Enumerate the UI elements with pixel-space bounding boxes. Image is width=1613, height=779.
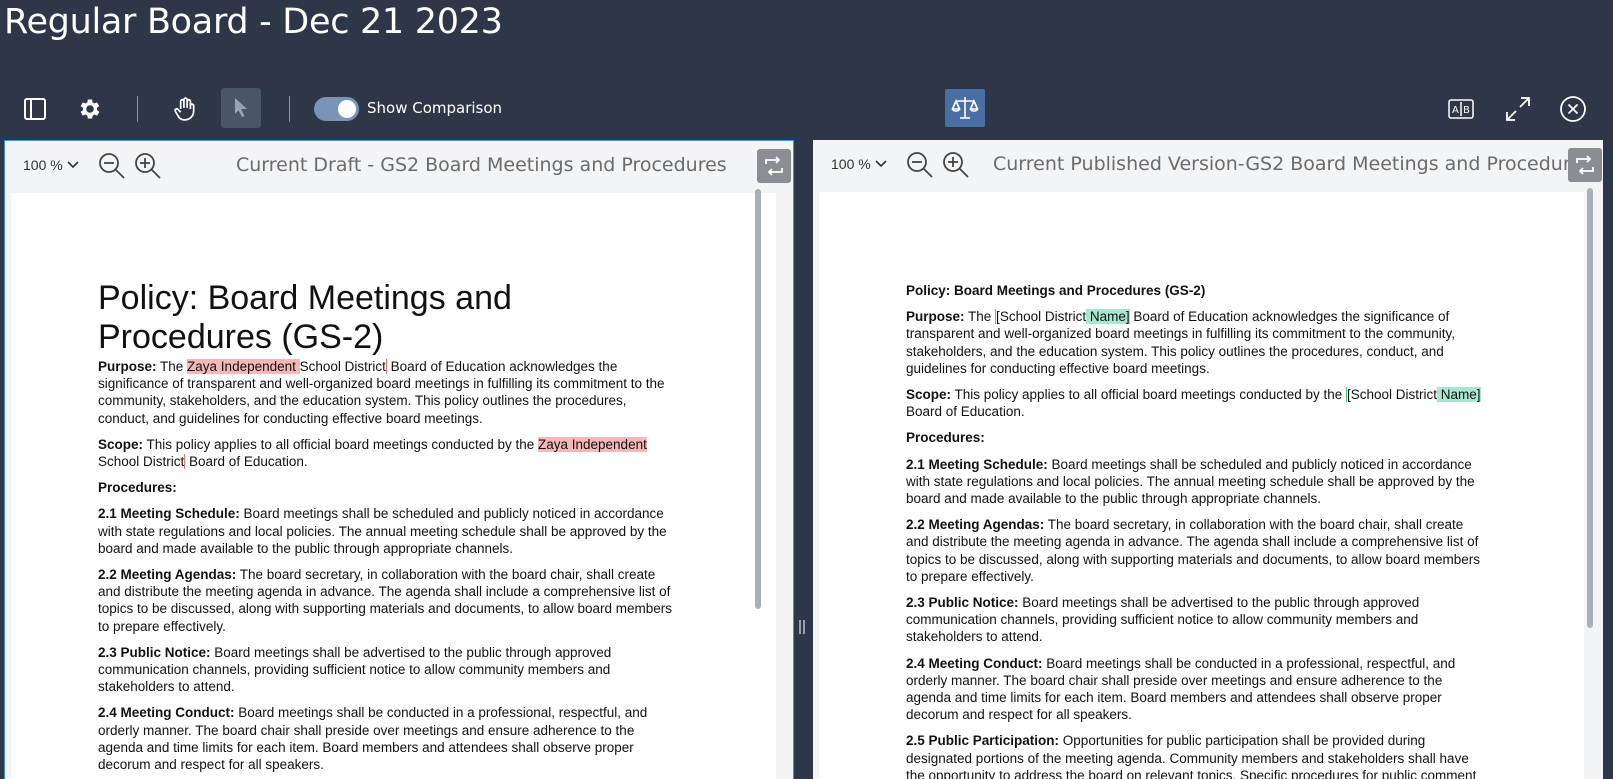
section-2-3: 2.3 Public Notice: Board meetings shall …: [98, 644, 612, 695]
toggle-knob: [338, 100, 356, 118]
pane-title: Current Draft - GS2 Board Meetings and P…: [236, 154, 727, 176]
sync-scroll-icon[interactable]: [1568, 148, 1602, 182]
document-body: Policy: Board Meetings and Procedures (G…: [906, 282, 1486, 779]
document-body: Policy: Board Meetings and Procedures (G…: [98, 279, 678, 779]
zoom-value: 100 %: [23, 157, 63, 173]
zoom-select[interactable]: 100 %: [23, 157, 79, 173]
section-2-5: 2.5 Public Participation: Opportunities …: [906, 733, 1477, 779]
close-icon[interactable]: [1557, 93, 1589, 125]
doc-heading: Policy: Board Meetings and Procedures (G…: [98, 279, 512, 356]
show-comparison-label: Show Comparison: [367, 99, 503, 117]
toolbar: Show Comparison AB: [0, 80, 1613, 140]
ab-compare-icon[interactable]: AB: [1446, 94, 1476, 124]
sidebar-toggle-icon[interactable]: [20, 94, 50, 124]
deletion-highlight: Zaya Independent: [187, 359, 300, 374]
chevron-down-icon: [67, 161, 79, 169]
procedures-heading: Procedures:: [906, 430, 985, 446]
zoom-value: 100 %: [831, 156, 871, 172]
show-comparison-toggle[interactable]: [314, 97, 359, 121]
purpose-paragraph: Purpose: The [School District Name] Boar…: [906, 309, 1456, 376]
zoom-in-icon[interactable]: [131, 149, 165, 183]
chevron-down-icon: [875, 160, 887, 168]
insertion-highlight: Name]: [1086, 309, 1130, 325]
pane-header: 100 % Current Published Version-GS2 Boar…: [813, 140, 1603, 190]
section-2-4: 2.4 Meeting Conduct: Board meetings shal…: [98, 705, 648, 773]
pane-splitter-handle[interactable]: [799, 620, 805, 634]
scrollbar[interactable]: [755, 189, 761, 609]
gear-icon[interactable]: [75, 94, 105, 124]
insertion-highlight: Name]: [1437, 387, 1481, 403]
procedures-heading: Procedures:: [98, 480, 177, 496]
scope-paragraph: Scope: This policy applies to all offici…: [98, 436, 647, 470]
doc-heading: Policy: Board Meetings and Procedures (G…: [906, 283, 1206, 298]
published-version-pane: 100 % Current Published Version-GS2 Boar…: [813, 140, 1603, 779]
toolbar-divider: [289, 96, 290, 122]
select-pointer-icon[interactable]: [221, 88, 261, 128]
section-2-1: 2.1 Meeting Schedule: Board meetings sha…: [98, 506, 667, 556]
ab-letter-b: B: [1463, 105, 1470, 116]
document-page[interactable]: Policy: Board Meetings and Procedures (G…: [819, 192, 1584, 779]
scope-paragraph: Scope: This policy applies to all offici…: [906, 387, 1481, 420]
hand-pan-icon[interactable]: [170, 94, 200, 124]
ab-letter-a: A: [1452, 105, 1459, 116]
expand-icon[interactable]: [1502, 93, 1534, 125]
page-title: Regular Board - Dec 21 2023: [4, 2, 503, 42]
pane-title: Current Published Version-GS2 Board Meet…: [993, 153, 1592, 175]
pane-header: 100 % Current Draft - GS2 Board Meetings…: [5, 141, 793, 191]
section-2-4: 2.4 Meeting Conduct: Board meetings shal…: [906, 655, 1456, 723]
section-2-1: 2.1 Meeting Schedule: Board meetings sha…: [906, 456, 1475, 507]
current-draft-pane: 100 % Current Draft - GS2 Board Meetings…: [4, 140, 794, 779]
zoom-out-icon[interactable]: [95, 149, 129, 183]
deletion-highlight: Zaya Independent: [538, 436, 647, 452]
sync-scroll-icon[interactable]: [757, 149, 791, 183]
zoom-select[interactable]: 100 %: [831, 156, 887, 172]
section-2-3: 2.3 Public Notice: Board meetings shall …: [906, 595, 1420, 645]
zoom-in-icon[interactable]: [939, 148, 973, 182]
zoom-out-icon[interactable]: [903, 148, 937, 182]
section-2-2: 2.2 Meeting Agendas: The board secretary…: [98, 567, 673, 634]
toolbar-divider: [137, 96, 138, 122]
title-bar: Regular Board - Dec 21 2023: [0, 0, 1613, 80]
compare-scales-icon[interactable]: [945, 89, 985, 127]
section-2-2: 2.2 Meeting Agendas: The board secretary…: [906, 517, 1481, 584]
scrollbar[interactable]: [1587, 188, 1593, 628]
document-page[interactable]: Policy: Board Meetings and Procedures (G…: [11, 193, 776, 779]
purpose-paragraph: Purpose: The Zaya Independent School Dis…: [98, 359, 665, 426]
